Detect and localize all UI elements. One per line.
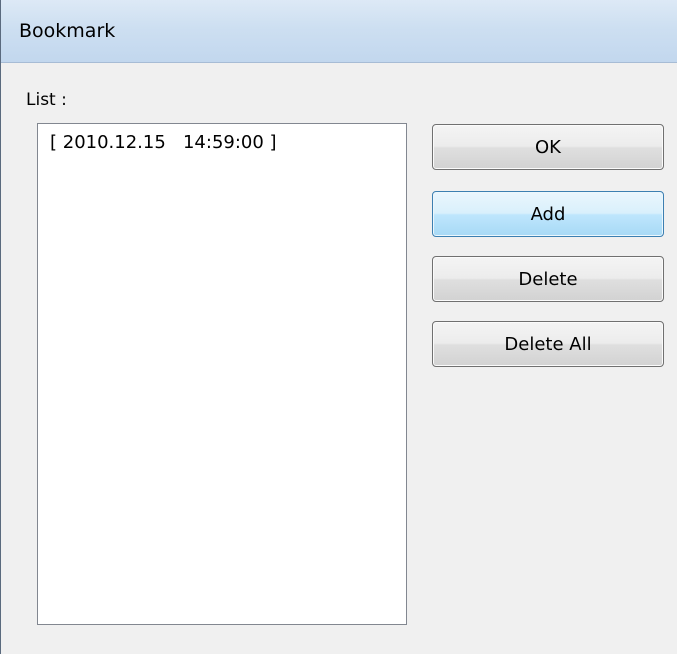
window-title: Bookmark: [19, 20, 116, 42]
ok-button[interactable]: OK: [432, 124, 664, 170]
title-bar[interactable]: Bookmark: [1, 0, 677, 63]
bookmark-listbox[interactable]: [ 2010.12.15 14:59:00 ]: [37, 123, 407, 625]
list-item[interactable]: [ 2010.12.15 14:59:00 ]: [50, 132, 277, 153]
list-label: List :: [26, 90, 67, 110]
delete-button[interactable]: Delete: [432, 256, 664, 302]
bookmark-dialog: Bookmark List : [ 2010.12.15 14:59:00 ] …: [0, 0, 677, 654]
add-button[interactable]: Add: [432, 191, 664, 237]
delete-all-button[interactable]: Delete All: [432, 321, 664, 367]
dialog-body: List : [ 2010.12.15 14:59:00 ] OK Add De…: [1, 63, 677, 654]
